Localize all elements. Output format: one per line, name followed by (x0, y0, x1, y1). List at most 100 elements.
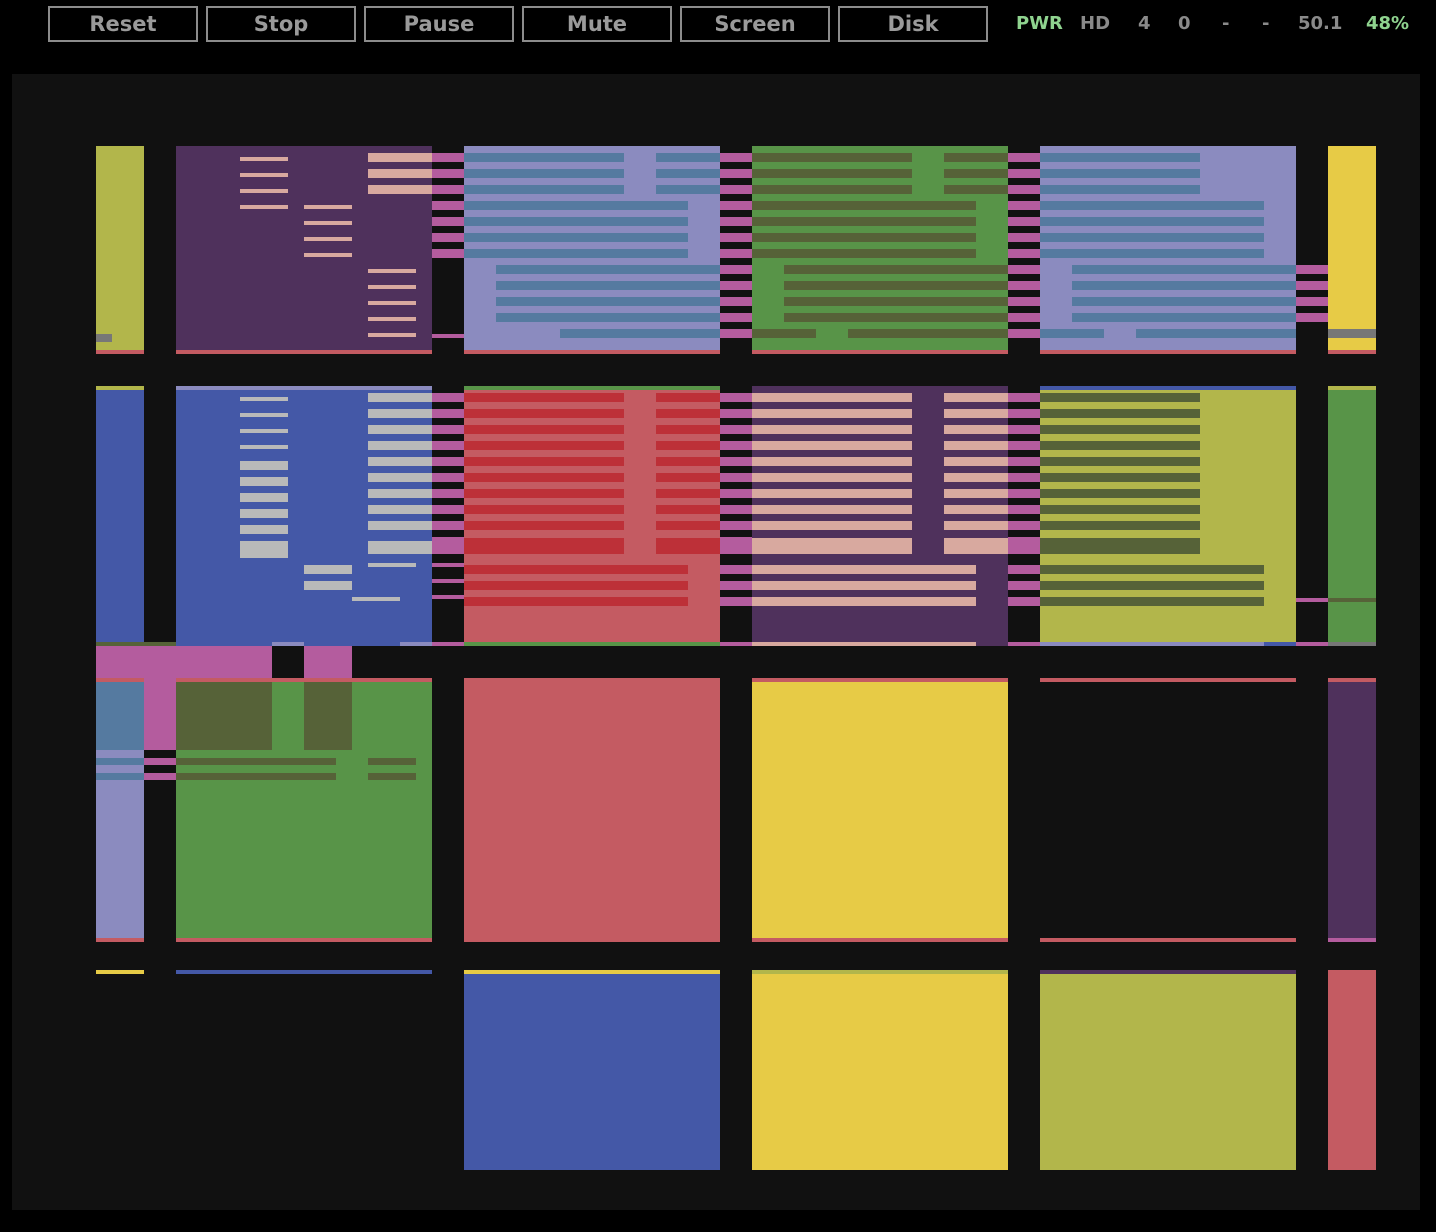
screen-stripe (656, 169, 720, 178)
emulator-screen[interactable] (12, 74, 1420, 1210)
screen-stripe (784, 297, 1008, 306)
screen-block (1136, 329, 1296, 338)
screen-stripe (368, 333, 416, 337)
screen-block (1328, 146, 1376, 354)
screen-stripe (944, 425, 1008, 434)
reset-button[interactable]: Reset (48, 6, 198, 42)
screen-stripe (720, 441, 752, 450)
screen-block (96, 386, 144, 646)
screen-stripe (1040, 201, 1264, 210)
mute-button[interactable]: Mute (522, 6, 672, 42)
screen-stripe (1040, 249, 1264, 258)
hd-indicator: HD (1080, 13, 1111, 34)
screen-stripe (1040, 441, 1200, 450)
pause-button[interactable]: Pause (364, 6, 514, 42)
screen-stripe (784, 265, 1008, 274)
screen-block (368, 153, 432, 162)
screen-button[interactable]: Screen (680, 6, 830, 42)
screen-block (96, 646, 272, 678)
screen-block (464, 970, 720, 974)
screen-block (368, 169, 432, 178)
screen-stripe (240, 493, 288, 502)
screen-stripe (944, 521, 1008, 530)
screen-stripe (720, 597, 752, 606)
screen-stripe (656, 425, 720, 434)
screen-stripe (752, 409, 912, 418)
screen-stripe (1040, 425, 1200, 434)
screen-stripe (464, 425, 624, 434)
screen-stripe (752, 185, 912, 194)
screen-block (1040, 970, 1296, 1170)
screen-stripe (752, 233, 976, 242)
screen-stripe (432, 249, 464, 258)
screen-stripe (240, 429, 288, 433)
screen-stripe (496, 265, 720, 274)
screen-stripe (304, 205, 352, 209)
screen-stripe (1040, 581, 1264, 590)
disk-button[interactable]: Disk (838, 6, 988, 42)
screen-block (464, 538, 624, 554)
screen-stripe (720, 281, 752, 290)
screen-stripe (1008, 169, 1040, 178)
screen-stripe (752, 581, 976, 590)
screen-block (1040, 678, 1296, 682)
screen-stripe (432, 457, 464, 466)
screen-stripe (240, 461, 288, 470)
screen-stripe (368, 425, 432, 434)
screen-stripe (1040, 521, 1200, 530)
screen-block (1296, 642, 1328, 646)
screen-block (464, 386, 720, 390)
screen-stripe (752, 489, 912, 498)
screen-block (272, 642, 304, 646)
screen-stripe (752, 425, 912, 434)
screen-stripe (432, 505, 464, 514)
screen-block (752, 642, 976, 646)
screen-stripe (432, 489, 464, 498)
screen-stripe (1008, 393, 1040, 402)
screen-stripe (1008, 185, 1040, 194)
screen-block (1040, 538, 1200, 554)
screen-stripe (720, 169, 752, 178)
screen-stripe (368, 301, 416, 305)
stop-button[interactable]: Stop (206, 6, 356, 42)
screen-block (752, 938, 1008, 942)
screen-stripe (1296, 297, 1328, 306)
screen-stripe (720, 217, 752, 226)
screen-stripe (464, 233, 688, 242)
screen-stripe (1040, 473, 1200, 482)
screen-stripe (720, 425, 752, 434)
screen-stripe (240, 173, 288, 177)
screen-stripe (720, 233, 752, 242)
screen-block (96, 758, 144, 765)
screen-stripe (464, 249, 688, 258)
screen-stripe (464, 505, 624, 514)
screen-stripe (752, 473, 912, 482)
screen-block (720, 541, 752, 554)
screen-stripe (464, 597, 688, 606)
screen-block (96, 386, 144, 390)
screen-stripe (464, 473, 624, 482)
power-indicator: PWR (1016, 13, 1063, 34)
screen-stripe (432, 217, 464, 226)
screen-stripe (720, 581, 752, 590)
screen-stripe (464, 169, 624, 178)
screen-block (144, 678, 176, 750)
screen-block (1328, 386, 1376, 646)
screen-stripe (944, 441, 1008, 450)
screen-stripe (656, 393, 720, 402)
screen-block (176, 970, 432, 974)
screen-stripe (368, 285, 416, 289)
screen-stripe (1072, 265, 1296, 274)
screen-stripe (464, 521, 624, 530)
screen-block (1040, 642, 1264, 646)
screen-stripe (432, 233, 464, 242)
screen-stripe (784, 281, 1008, 290)
screen-stripe (656, 521, 720, 530)
screen-block (720, 642, 752, 646)
screen-stripe (1296, 281, 1328, 290)
screen-stripe (1008, 217, 1040, 226)
screen-stripe (752, 217, 976, 226)
screen-block (96, 938, 144, 942)
screen-stripe (720, 185, 752, 194)
screen-stripe (720, 505, 752, 514)
